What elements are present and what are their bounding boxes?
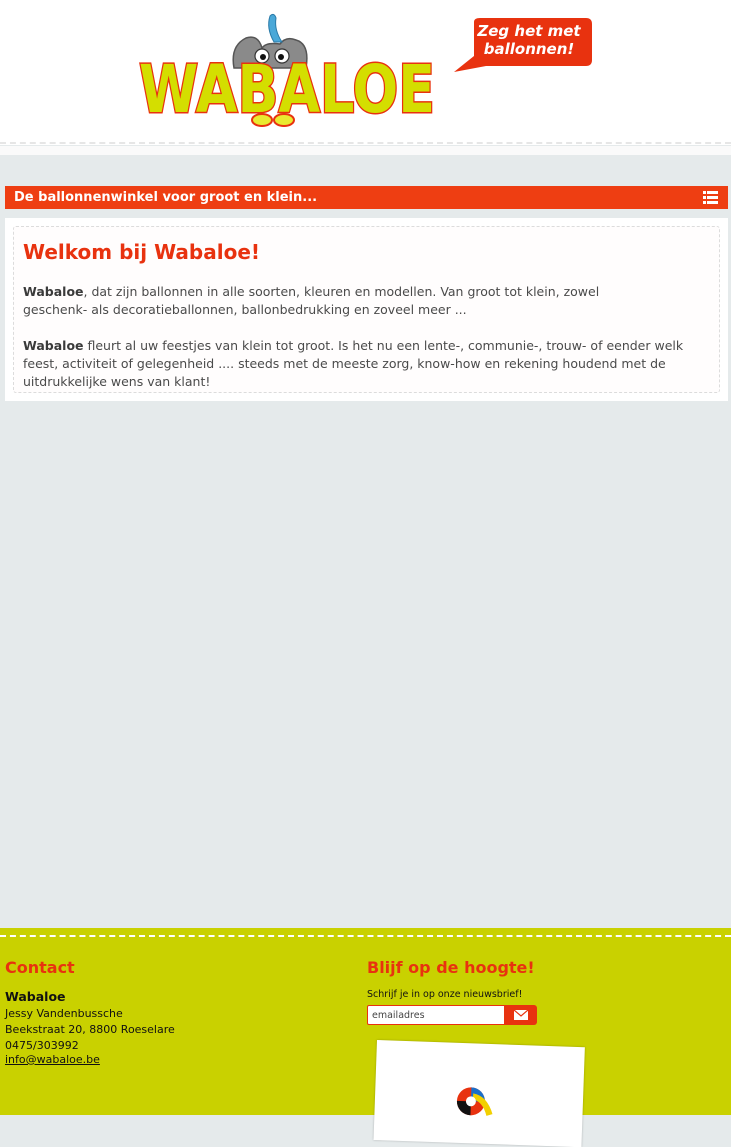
footer-divider bbox=[0, 935, 731, 937]
main-content: Welkom bij Wabaloe! Wabaloe, dat zijn ba… bbox=[5, 218, 728, 401]
intro-paragraph: Wabaloe, dat zijn ballonnen in alle soor… bbox=[23, 284, 600, 317]
page-title: Welkom bij Wabaloe! bbox=[23, 240, 261, 264]
newsletter-email-input[interactable] bbox=[367, 1005, 505, 1025]
newsletter-submit-button[interactable] bbox=[505, 1005, 537, 1025]
contact-email-link[interactable]: info@wabaloe.be bbox=[5, 1052, 100, 1068]
welcome-panel: Welkom bij Wabaloe! Wabaloe, dat zijn ba… bbox=[13, 226, 720, 393]
list-menu-icon[interactable] bbox=[703, 191, 718, 204]
tagline-bar: De ballonnenwinkel voor groot en klein..… bbox=[5, 186, 728, 209]
contact-address: Beekstraat 20, 8800 Roeselare bbox=[5, 1023, 175, 1036]
description-paragraph: Wabaloe fleurt al uw feestjes van klein … bbox=[23, 338, 684, 389]
elephant-logo-icon: WABALOE bbox=[138, 13, 437, 130]
header-shadow bbox=[0, 146, 731, 155]
tagline-text: De ballonnenwinkel voor groot en klein..… bbox=[14, 190, 318, 205]
wabaloe-logo[interactable]: WABALOE bbox=[134, 8, 440, 130]
header-divider bbox=[0, 142, 731, 144]
site-footer: Contact Wabaloe Jessy Vandenbussche Beek… bbox=[0, 928, 731, 1147]
brand-name: Wabaloe bbox=[23, 284, 84, 299]
contact-company: Wabaloe bbox=[5, 989, 66, 1004]
site-header: WABALOE Zeg het met ballonnen! bbox=[0, 0, 731, 145]
contact-heading: Contact bbox=[5, 958, 75, 977]
partner-logo-icon bbox=[456, 1087, 493, 1116]
logo-wordmark: WABALOE bbox=[139, 51, 435, 128]
newsletter-heading: Blijf op de hoogte! bbox=[367, 958, 535, 977]
envelope-icon bbox=[514, 1010, 528, 1020]
newsletter-label: Schrijf je in op onze nieuwsbrief! bbox=[367, 989, 523, 1000]
contact-person: Jessy Vandenbussche bbox=[5, 1007, 123, 1020]
speech-bubble-text: Zeg het met ballonnen! bbox=[477, 22, 581, 58]
partner-card[interactable] bbox=[373, 1040, 585, 1147]
brand-name: Wabaloe bbox=[23, 338, 84, 353]
